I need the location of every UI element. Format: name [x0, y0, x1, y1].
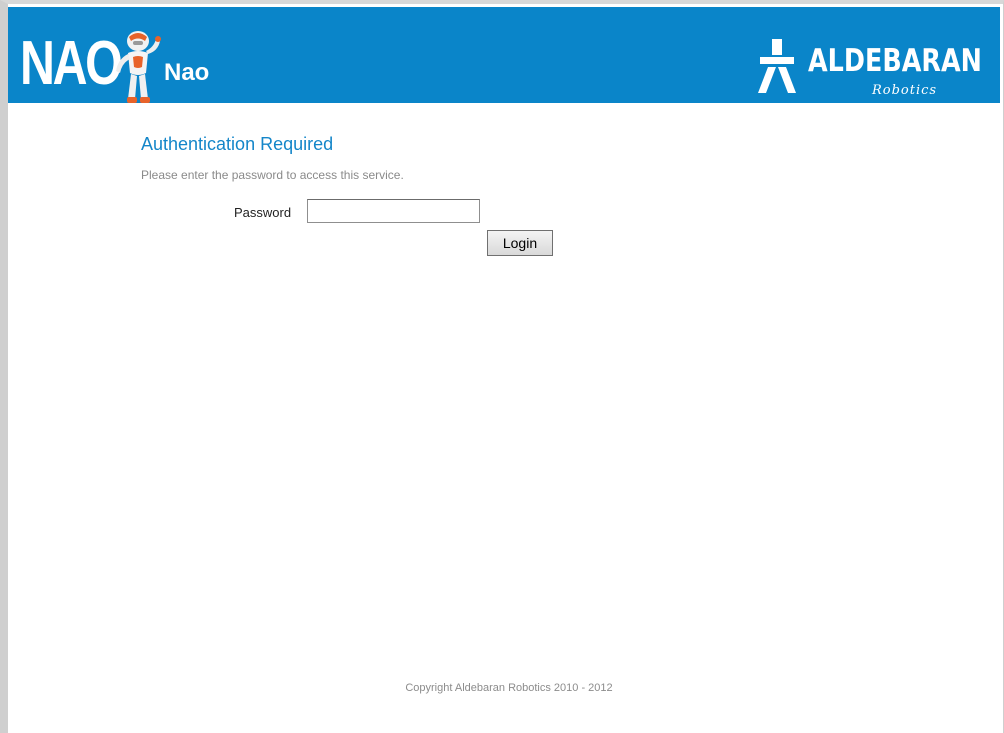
login-button[interactable]: Login [487, 230, 553, 256]
nao-robot-icon [116, 31, 161, 103]
password-input[interactable] [307, 199, 480, 223]
copyright-text: Copyright Aldebaran Robotics 2010 - 2012 [405, 682, 613, 694]
robot-name: Nao [164, 59, 210, 86]
password-label: Password [234, 205, 292, 220]
page-frame [0, 0, 1004, 733]
brand-subtitle: Robotics [872, 83, 938, 98]
auth-title: Authentication Required [141, 134, 334, 154]
brand-name: ALDEBARAN [808, 43, 982, 79]
auth-description: Please enter the password to access this… [141, 168, 404, 182]
header-banner: NAO Nao ALDEBARAN Robotics [8, 7, 1000, 103]
aldebaran-logo-icon [758, 39, 796, 93]
nao-logo: NAO [20, 29, 123, 98]
